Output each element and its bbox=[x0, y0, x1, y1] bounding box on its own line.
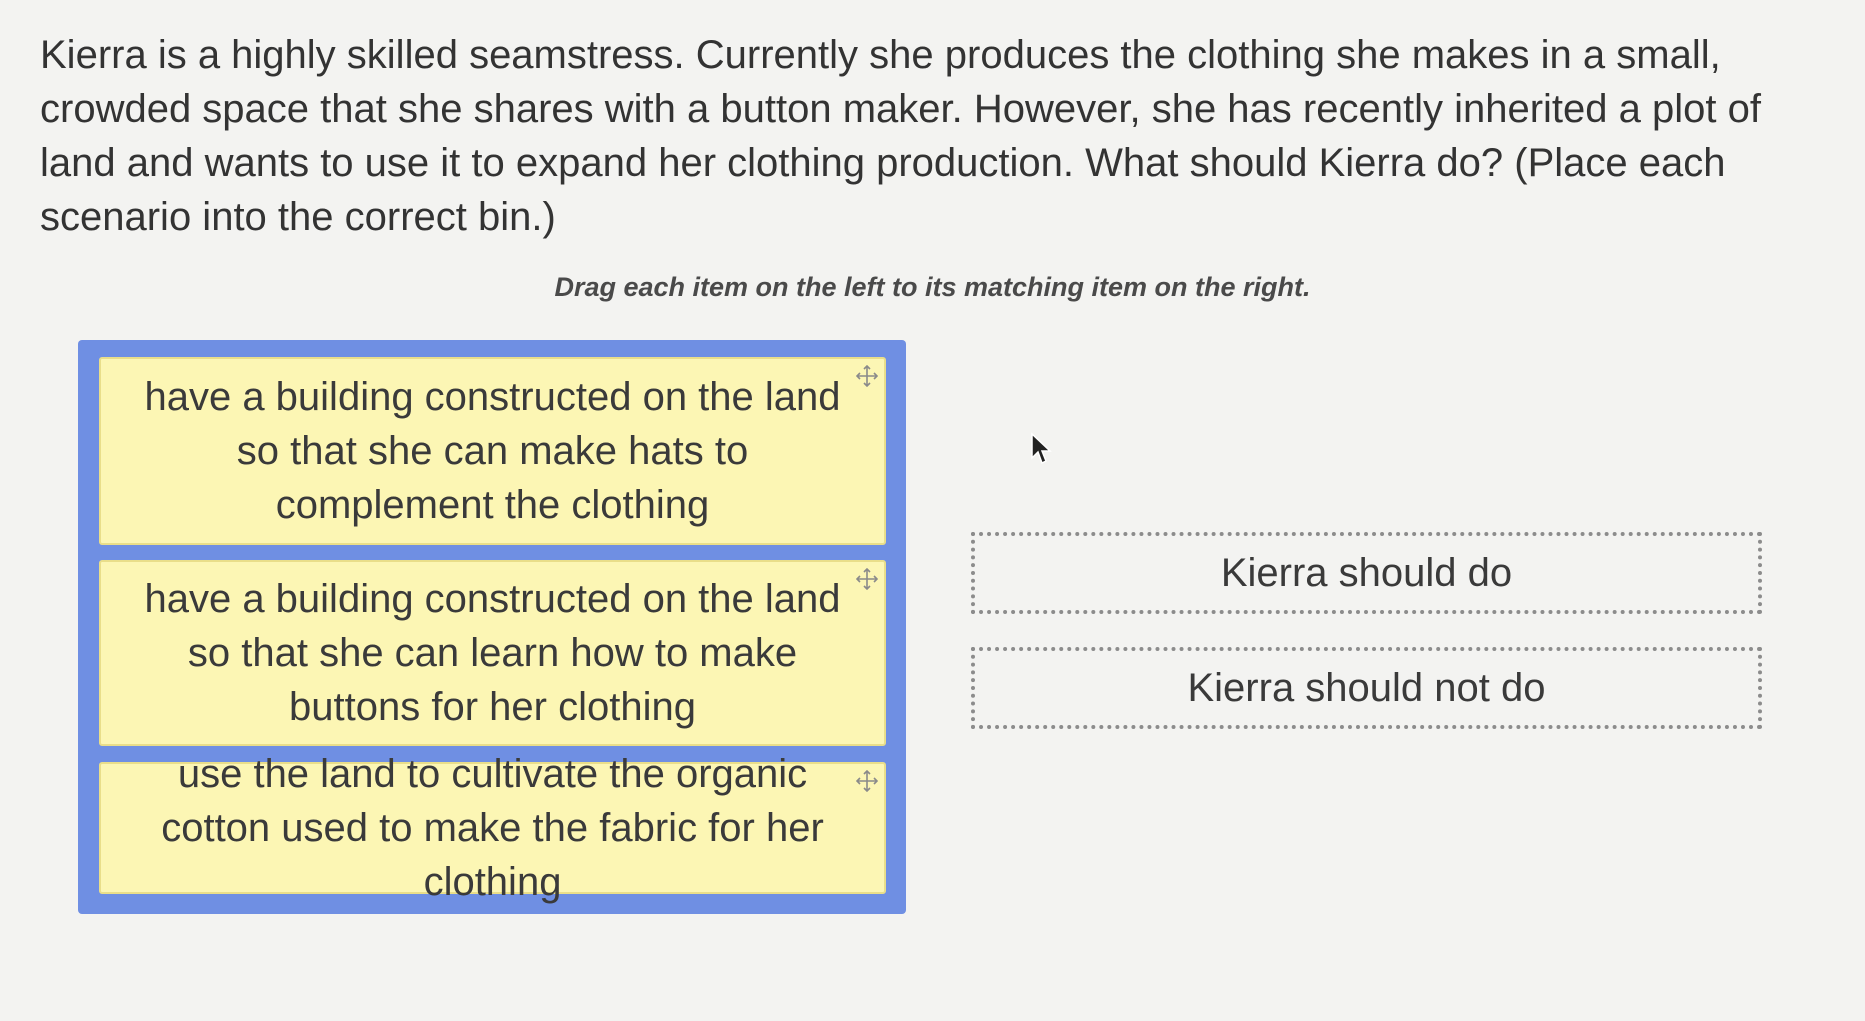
mouse-pointer-icon bbox=[1031, 432, 1052, 465]
drop-bin-label: Kierra should do bbox=[1220, 550, 1513, 595]
drag-item-label: use the land to cultivate the organic co… bbox=[161, 752, 824, 904]
drop-bin-label: Kierra should not do bbox=[1187, 665, 1546, 710]
drag-instruction: Drag each item on the left to its matchi… bbox=[554, 272, 1311, 302]
move-icon bbox=[856, 568, 878, 590]
drag-item-buttons[interactable]: have a building constructed on the land … bbox=[99, 560, 886, 746]
drag-item-label: have a building constructed on the land … bbox=[144, 577, 841, 729]
move-icon bbox=[856, 365, 878, 387]
drop-bin-should-not-do[interactable]: Kierra should not do bbox=[971, 647, 1762, 729]
question-text: Kierra is a highly skilled seamstress. C… bbox=[40, 33, 1761, 239]
source-items-panel: have a building constructed on the land … bbox=[78, 340, 906, 914]
move-icon bbox=[856, 770, 878, 792]
drag-item-cotton[interactable]: use the land to cultivate the organic co… bbox=[99, 752, 886, 904]
drag-item-hats[interactable]: have a building constructed on the land … bbox=[99, 357, 886, 545]
drag-item-label: have a building constructed on the land … bbox=[144, 375, 841, 527]
drop-bin-should-do[interactable]: Kierra should do bbox=[971, 532, 1762, 614]
